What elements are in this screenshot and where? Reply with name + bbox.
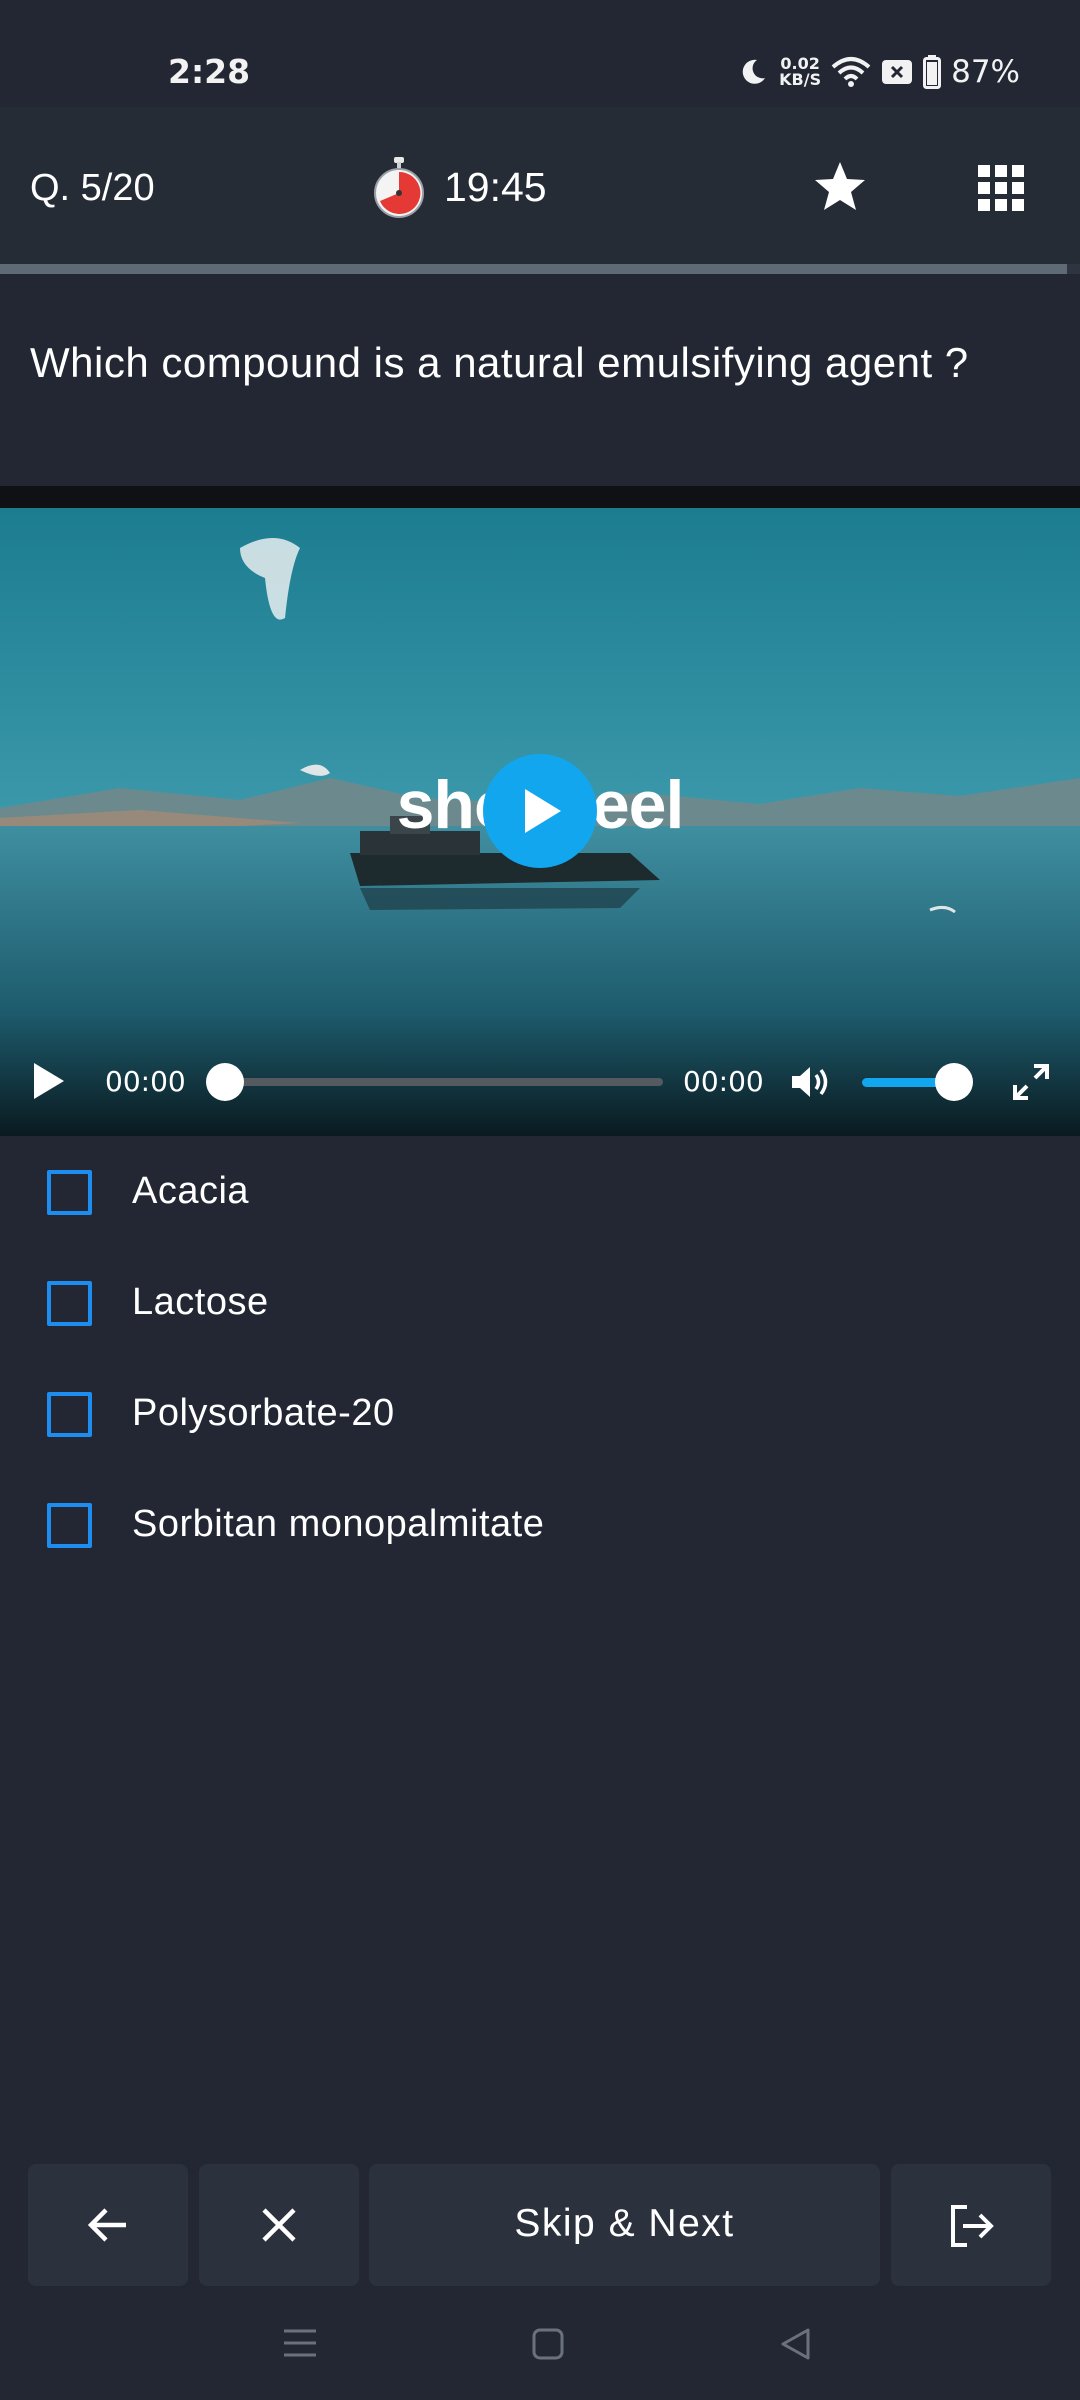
question-counter: Q. 5/20 bbox=[30, 167, 155, 209]
star-icon[interactable] bbox=[812, 159, 868, 215]
question-text: Which compound is a natural emulsifying … bbox=[30, 339, 969, 386]
net-speed-unit: KB/S bbox=[779, 70, 822, 89]
exit-icon bbox=[951, 2205, 994, 2247]
battery-icon bbox=[923, 55, 942, 89]
clear-answer-button[interactable] bbox=[199, 2164, 359, 2286]
arrow-left-icon bbox=[88, 2208, 126, 2242]
option-checkbox[interactable] bbox=[47, 1170, 92, 1215]
option-checkbox[interactable] bbox=[47, 1392, 92, 1437]
home-icon[interactable] bbox=[532, 2328, 564, 2360]
video-duration: 00:00 bbox=[683, 1065, 764, 1098]
menu-icon[interactable] bbox=[283, 2328, 317, 2358]
video-seek-thumb[interactable] bbox=[206, 1063, 244, 1101]
quiz-progress-bar bbox=[0, 264, 1080, 274]
sim-disabled-icon bbox=[882, 60, 913, 84]
option-polysorbate-20[interactable]: Polysorbate-20 bbox=[0, 1358, 1080, 1469]
video-play-button[interactable] bbox=[483, 754, 597, 868]
timer-text: 19:45 bbox=[444, 163, 547, 210]
skip-next-label: Skip & Next bbox=[514, 2202, 735, 2245]
back-triangle-icon[interactable] bbox=[779, 2327, 811, 2361]
play-icon bbox=[525, 789, 561, 833]
quiz-progress-fill bbox=[0, 264, 1067, 274]
option-label: Lactose bbox=[132, 1281, 269, 1323]
system-nav-bar bbox=[0, 2300, 1080, 2400]
status-time: 2:28 bbox=[168, 52, 251, 91]
option-lactose[interactable]: Lactose bbox=[0, 1247, 1080, 1358]
option-acacia[interactable]: Acacia bbox=[0, 1136, 1080, 1247]
bottom-action-bar: Skip & Next bbox=[0, 2164, 1080, 2288]
volume-slider-thumb[interactable] bbox=[935, 1063, 973, 1101]
question-area: Which compound is a natural emulsifying … bbox=[0, 290, 1080, 486]
status-icons: 0.02 KB/S 87% bbox=[737, 50, 1020, 94]
option-sorbitan-monopalmitate[interactable]: Sorbitan monopalmitate bbox=[0, 1469, 1080, 1580]
quiz-header: Q. 5/20 19:45 bbox=[0, 107, 1080, 265]
video-player[interactable]: showreel 00:00 00:00 bbox=[0, 486, 1080, 1136]
video-controls: 00:00 00:00 bbox=[0, 1051, 1080, 1111]
video-current-time: 00:00 bbox=[105, 1065, 186, 1098]
close-icon bbox=[262, 2208, 296, 2242]
option-label: Acacia bbox=[132, 1170, 250, 1212]
grid-icon[interactable] bbox=[978, 165, 1024, 211]
exit-button[interactable] bbox=[891, 2164, 1051, 2286]
net-speed: 0.02 KB/S bbox=[779, 56, 821, 88]
fullscreen-icon[interactable] bbox=[1012, 1063, 1050, 1101]
skip-next-button[interactable]: Skip & Next bbox=[369, 2164, 880, 2286]
status-bar: 2:28 0.02 KB/S 87% bbox=[0, 0, 1080, 107]
battery-percent: 87% bbox=[951, 54, 1020, 90]
option-checkbox[interactable] bbox=[47, 1281, 92, 1326]
option-checkbox[interactable] bbox=[47, 1503, 92, 1548]
play-icon[interactable] bbox=[32, 1061, 66, 1101]
video-seek-bar[interactable] bbox=[225, 1078, 663, 1086]
volume-icon[interactable] bbox=[790, 1063, 834, 1101]
stopwatch-icon bbox=[374, 157, 424, 218]
timer: 19:45 bbox=[372, 155, 547, 219]
previous-button[interactable] bbox=[28, 2164, 188, 2286]
option-label: Sorbitan monopalmitate bbox=[132, 1503, 545, 1545]
option-label: Polysorbate-20 bbox=[132, 1392, 395, 1434]
wifi-icon bbox=[831, 57, 871, 87]
moon-icon bbox=[742, 59, 766, 84]
